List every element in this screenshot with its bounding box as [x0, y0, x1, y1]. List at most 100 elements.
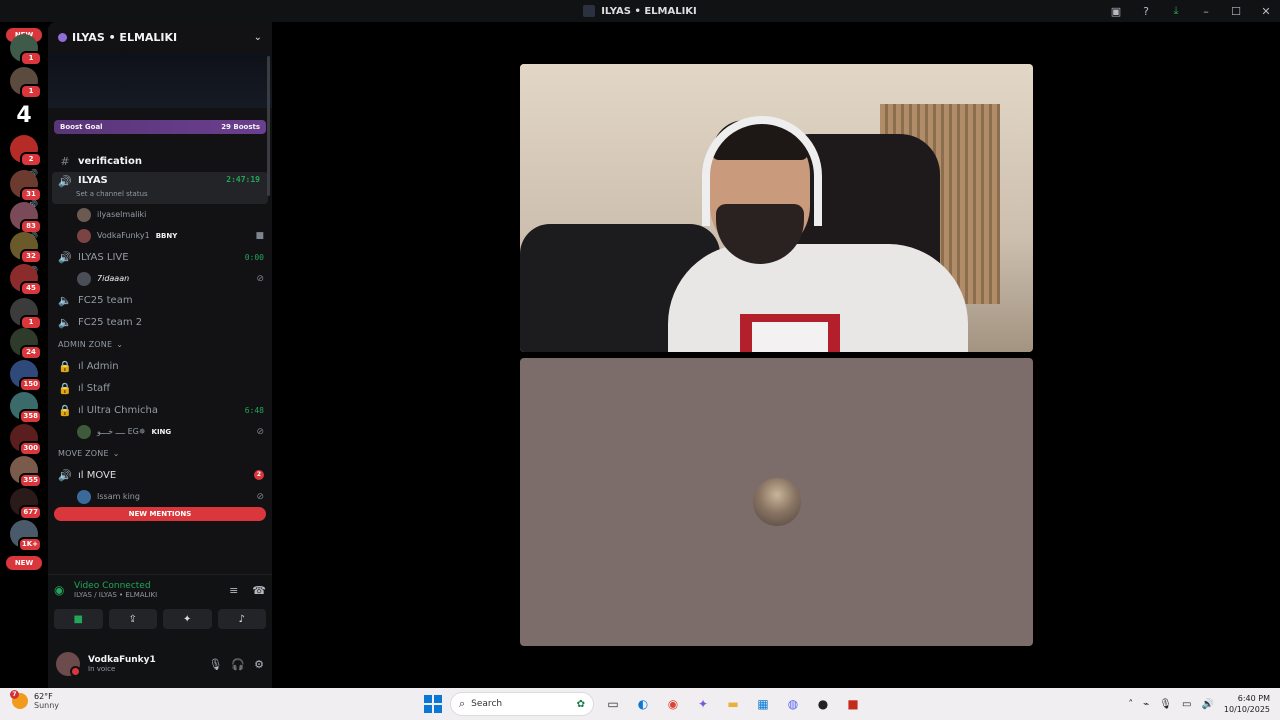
speaker-icon: 🔊 [58, 250, 72, 264]
speaker-icon: 🔈 [58, 315, 72, 329]
close-button[interactable]: ✕ [1258, 5, 1274, 18]
speaker-icon: 🔊 [58, 468, 72, 482]
server-icon [583, 5, 596, 17]
window-controls: ▣ ? ⤓ – ☐ ✕ [1108, 0, 1274, 22]
server-icon[interactable]: 83 [10, 202, 42, 234]
disconnect-icon[interactable]: ☎ [252, 584, 266, 597]
category-admin-zone[interactable]: ADMIN ZONE ⌄ [48, 333, 272, 355]
server-list: NEW 1 1 4 2 🔊 31 🔊 83 🔊 32 🔊 45 1 24 150… [0, 22, 48, 688]
voice-user[interactable]: VodkaFunky1 BBNY ■ [48, 225, 272, 246]
category-move-zone[interactable]: MOVE ZONE ⌄ [48, 442, 272, 464]
discord-icon[interactable]: ◍ [782, 693, 804, 715]
soundboard-button[interactable]: ♪ [217, 609, 266, 629]
weather-widget[interactable]: 7 62°F Sunny [10, 690, 59, 710]
channel-staff[interactable]: 🔒 ıl Staff [48, 377, 272, 399]
server-icon[interactable]: 1 [10, 34, 42, 66]
channel-ilyas-live[interactable]: 🔊 ILYAS LIVE 0:00 [48, 246, 272, 268]
channel-admin[interactable]: 🔒 ıl Admin [48, 355, 272, 377]
maximize-button[interactable]: ☐ [1228, 5, 1244, 18]
connection-signal-icon[interactable]: ◉ [54, 583, 74, 597]
boost-goal-bar[interactable]: Boost Goal 29 Boosts [54, 120, 266, 134]
server-icon[interactable]: 677 [10, 488, 42, 520]
channel-sidebar: ILYAS • ELMALIKI ⌄ Boost Goal 29 Boosts … [48, 22, 272, 688]
avatar [77, 489, 91, 504]
copilot-icon[interactable]: ✦ [692, 693, 714, 715]
video-tile[interactable] [520, 64, 1033, 352]
voice-stage [272, 22, 1280, 688]
obs-icon[interactable]: ● [812, 693, 834, 715]
voice-user[interactable]: 7idaaan ⊘ [48, 268, 272, 289]
settings-gear-icon[interactable]: ⚙ [254, 658, 264, 671]
download-icon[interactable]: ⤓ [1168, 4, 1184, 18]
muted-mic-icon: ⊘ [256, 426, 264, 437]
speaker-icon: 🔈 [58, 293, 72, 307]
new-mentions-button[interactable]: NEW MENTIONS [54, 507, 266, 521]
user-panel: VodkaFunky1 In voice 🎙 🎧 ⚙ [48, 640, 272, 688]
network-icon[interactable]: ⌁ [1143, 699, 1149, 710]
noise-suppression-icon[interactable]: ≡ [229, 584, 238, 597]
clock[interactable]: 6:40 PM 10/10/2025 [1224, 693, 1270, 715]
channel-move[interactable]: 🔊 ıl MOVE 2 [48, 464, 272, 486]
chevron-down-icon: ⌄ [116, 339, 124, 349]
channel-fc25-team-2[interactable]: 🔈 FC25 team 2 [48, 311, 272, 333]
channel-verification[interactable]: # verification [48, 150, 272, 172]
channel-fc25-team[interactable]: 🔈 FC25 team [48, 289, 272, 311]
volume-icon[interactable]: 🔊 [1201, 699, 1213, 710]
avatar [77, 271, 91, 286]
system-tray: ˄ ⌁ 🎙 ▭ 🔊 6:40 PM 10/10/2025 [1128, 688, 1270, 720]
avatar [77, 424, 91, 439]
server-icon[interactable]: 1 [10, 67, 42, 99]
voice-user[interactable]: Issam king ⊘ [48, 486, 272, 507]
avatar[interactable] [56, 652, 81, 677]
channel-ilyas[interactable]: 🔊 ILYAS 2:47:19 Set a channel status [52, 172, 268, 204]
server-icon[interactable]: 150 [10, 360, 42, 392]
edge-icon[interactable]: ◐ [632, 693, 654, 715]
server-icon[interactable]: 1 [10, 298, 42, 330]
server-icon[interactable]: 1K+ [10, 520, 42, 552]
new-badge[interactable]: NEW [6, 556, 42, 570]
search-highlight-icon: ✿ [576, 698, 585, 710]
avatar [77, 207, 91, 222]
window-titlebar: ILYAS • ELMALIKI ▣ ? ⤓ – ☐ ✕ [0, 0, 1280, 22]
minimize-button[interactable]: – [1198, 5, 1214, 18]
server-icon[interactable]: 45 [10, 264, 42, 296]
channel-ultra-chmicha[interactable]: 🔒 ıl Ultra Chmicha 6:48 [48, 399, 272, 421]
taskbar-search[interactable]: ⌕ Search ✿ [450, 692, 594, 716]
server-icon[interactable]: 2 [10, 135, 42, 167]
server-icon[interactable]: 24 [10, 328, 42, 360]
server-icon[interactable]: 31 [10, 170, 42, 202]
server-header[interactable]: ILYAS • ELMALIKI ⌄ [48, 22, 272, 52]
server-icon[interactable]: 300 [10, 424, 42, 456]
display-icon[interactable]: ▭ [1182, 699, 1191, 710]
store-icon[interactable]: ▦ [752, 693, 774, 715]
lock-icon: 🔒 [58, 403, 72, 417]
server-icon[interactable]: 4 [10, 102, 38, 130]
audio-tile[interactable] [520, 358, 1033, 646]
help-icon[interactable]: ? [1138, 5, 1154, 18]
server-name: ILYAS • ELMALIKI [58, 31, 177, 44]
speaker-icon: 🔊 [58, 175, 72, 188]
screen-share-button[interactable]: ⇪ [108, 609, 157, 629]
app-icon[interactable]: ■ [842, 693, 864, 715]
chevron-up-icon[interactable]: ˄ [1128, 699, 1133, 710]
server-icon[interactable]: 32 [10, 232, 42, 264]
task-view-icon[interactable]: ▭ [602, 693, 624, 715]
window-title: ILYAS • ELMALIKI [583, 5, 697, 17]
chrome-icon[interactable]: ◉ [662, 693, 684, 715]
voice-user[interactable]: ilyaselmaliki [48, 204, 272, 225]
microphone-icon[interactable]: 🎙 [208, 658, 222, 671]
headphones-icon[interactable]: 🎧 [231, 658, 245, 671]
sidebar-scrollbar[interactable] [267, 56, 270, 196]
activity-button[interactable]: ✦ [163, 609, 212, 629]
headset-image [702, 116, 822, 226]
inbox-icon[interactable]: ▣ [1108, 5, 1124, 18]
server-icon[interactable]: 358 [10, 392, 42, 424]
chevron-down-icon: ⌄ [112, 448, 120, 458]
chevron-down-icon[interactable]: ⌄ [254, 32, 262, 43]
windows-start-icon[interactable] [424, 695, 442, 713]
voice-user[interactable]: ــــ خـــو EG✵ KING ⊘ [48, 421, 272, 442]
server-icon[interactable]: 355 [10, 456, 42, 488]
microphone-icon[interactable]: 🎙 [1159, 699, 1172, 710]
camera-button[interactable]: ■ [54, 609, 103, 629]
file-explorer-icon[interactable]: ▬ [722, 693, 744, 715]
